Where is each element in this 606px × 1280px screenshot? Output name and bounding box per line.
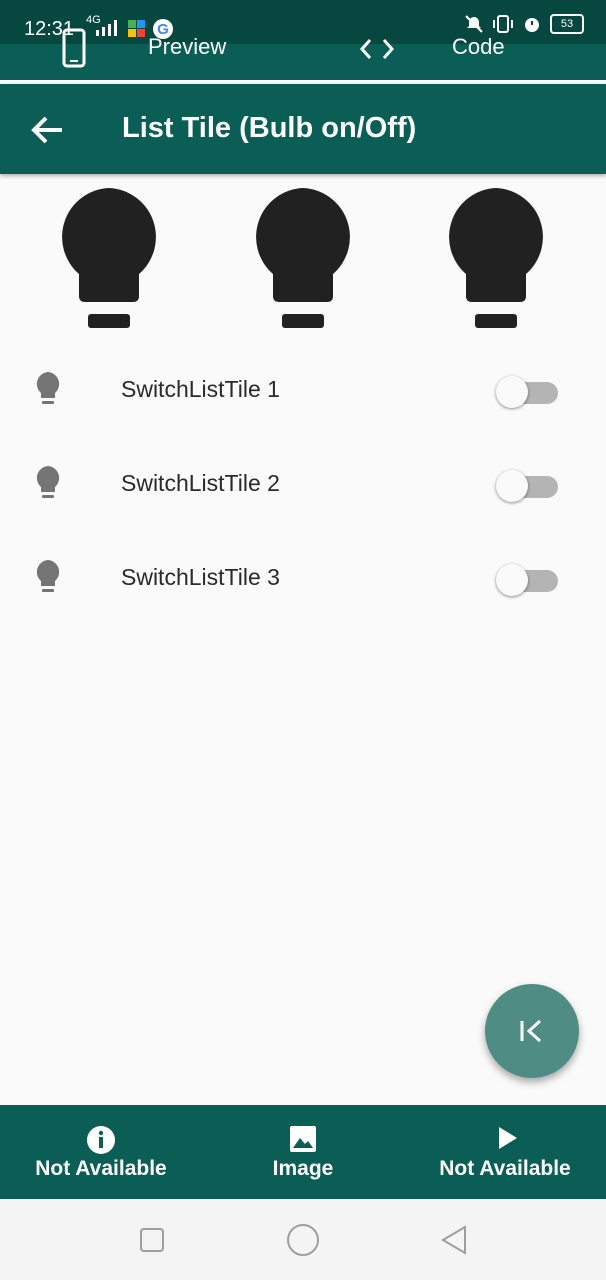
switch-thumb: [496, 470, 528, 502]
phone-icon[interactable]: [62, 28, 86, 68]
collapse-fab-button[interactable]: [485, 984, 579, 1078]
bulb-icon: [62, 188, 156, 328]
switch-thumb: [496, 564, 528, 596]
switch-thumb: [496, 376, 528, 408]
tile-label: SwitchListTile 1: [121, 376, 280, 402]
switch-list-tile[interactable]: SwitchListTile 2: [0, 438, 606, 532]
bulb-row: [0, 186, 606, 336]
switch-list-tile[interactable]: SwitchListTile 3: [0, 532, 606, 626]
status-bar: 12:31 4G G 53 Preview Code: [0, 0, 606, 80]
bottom-nav-label: Image: [272, 1157, 334, 1180]
bottom-nav-play[interactable]: Not Available: [404, 1105, 606, 1199]
toggle-switch[interactable]: [496, 560, 560, 596]
home-circle-icon[interactable]: [286, 1223, 320, 1257]
system-navigation-bar: [0, 1199, 606, 1280]
play-icon: [499, 1127, 517, 1149]
back-arrow-icon[interactable]: [28, 110, 68, 150]
tab-code[interactable]: Code: [452, 34, 505, 60]
bottom-nav-image[interactable]: Image: [202, 1105, 404, 1199]
bottom-navigation: Not Available Image Not Available: [0, 1105, 606, 1199]
lightbulb-icon: [36, 466, 60, 498]
image-icon: [290, 1126, 316, 1152]
recents-square-icon[interactable]: [139, 1227, 165, 1253]
page-title: List Tile (Bulb on/Off): [122, 112, 417, 144]
bottom-nav-label: Not Available: [439, 1157, 571, 1180]
app-bar: List Tile (Bulb on/Off): [0, 84, 606, 174]
code-icon[interactable]: [360, 38, 394, 60]
preview-code-tabs: Preview Code: [0, 20, 606, 76]
lightbulb-icon: [36, 372, 60, 404]
tile-label: SwitchListTile 3: [121, 564, 280, 590]
bulb-icon: [256, 188, 350, 328]
lightbulb-icon: [36, 560, 60, 592]
bulb-icon: [449, 188, 543, 328]
toggle-switch[interactable]: [496, 466, 560, 502]
first-page-icon: [520, 1019, 542, 1043]
tab-preview[interactable]: Preview: [148, 34, 226, 60]
info-icon: [87, 1126, 115, 1154]
switch-list-tile[interactable]: SwitchListTile 1: [0, 344, 606, 438]
bottom-nav-info[interactable]: Not Available: [0, 1105, 202, 1199]
back-triangle-icon[interactable]: [440, 1225, 468, 1255]
tile-label: SwitchListTile 2: [121, 470, 280, 496]
bottom-nav-label: Not Available: [35, 1157, 167, 1180]
toggle-switch[interactable]: [496, 372, 560, 408]
